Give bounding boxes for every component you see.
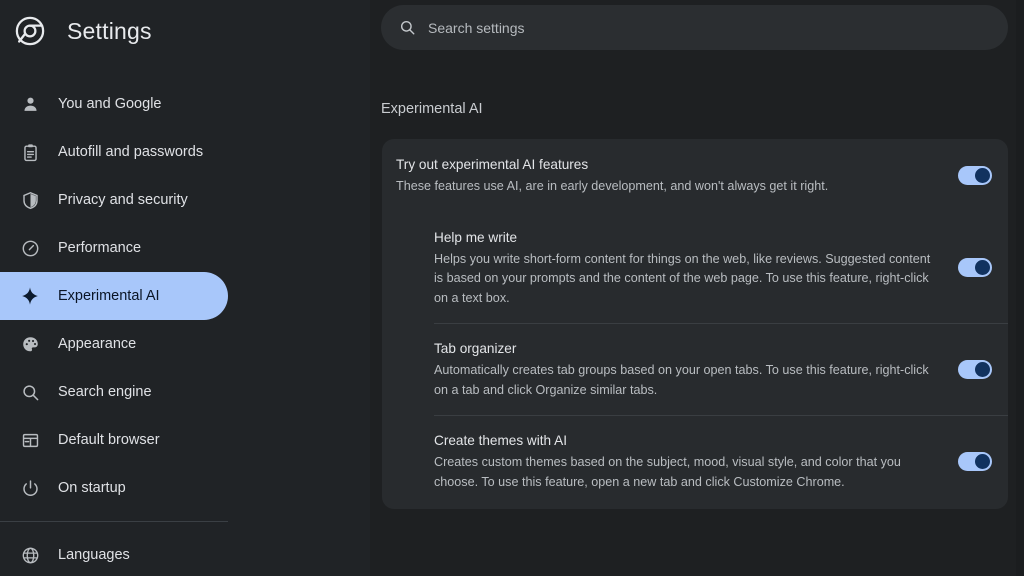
- sidebar-item-label: Search engine: [58, 384, 152, 400]
- sparkle-icon: [14, 286, 46, 306]
- shield-icon: [14, 191, 46, 210]
- section-title: Experimental AI: [381, 101, 483, 117]
- power-icon: [14, 479, 46, 498]
- main-content: Experimental AI Try out experimental AI …: [370, 0, 1024, 576]
- setting-row-try-out-experimental-ai: Try out experimental AI features These f…: [382, 139, 1008, 213]
- magnifier-icon: [14, 383, 46, 402]
- setting-row-help-me-write: Help me write Helps you write short-form…: [382, 213, 1008, 324]
- setting-text: Create themes with AI Creates custom the…: [434, 431, 958, 492]
- search-bar[interactable]: [381, 5, 1008, 50]
- toggle-knob: [975, 454, 990, 469]
- toggle-help-me-write[interactable]: [958, 258, 992, 278]
- setting-title: Help me write: [434, 229, 518, 245]
- search-input[interactable]: [428, 12, 968, 43]
- setting-text: Tab organizer Automatically creates tab …: [434, 339, 958, 400]
- sidebar-item-label: You and Google: [58, 96, 162, 112]
- setting-title: Create themes with AI: [434, 433, 567, 448]
- setting-description: These features use AI, are in early deve…: [396, 179, 829, 193]
- toggle-try-out-experimental-ai[interactable]: [958, 166, 992, 186]
- setting-description: Helps you write short-form content for t…: [434, 251, 931, 305]
- sidebar: Settings You and Google Autofill and pas…: [0, 0, 370, 576]
- sidebar-item-autofill-and-passwords[interactable]: Autofill and passwords: [0, 128, 228, 176]
- toggle-knob: [975, 260, 990, 276]
- speedometer-icon: [14, 239, 46, 258]
- sidebar-item-label: Autofill and passwords: [58, 144, 204, 160]
- setting-title: Tab organizer: [434, 341, 517, 356]
- sidebar-item-label: Privacy and security: [58, 192, 188, 208]
- sidebar-item-on-startup[interactable]: On startup: [0, 464, 228, 512]
- sidebar-item-label: On startup: [58, 480, 126, 496]
- sidebar-item-label: Appearance: [58, 336, 137, 352]
- sidebar-item-label: Performance: [58, 240, 142, 256]
- sidebar-item-experimental-ai[interactable]: Experimental AI: [0, 272, 228, 320]
- experimental-ai-card: Try out experimental AI features These f…: [382, 139, 1008, 509]
- palette-icon: [14, 335, 46, 354]
- sidebar-divider: [0, 521, 228, 522]
- globe-icon: [14, 546, 46, 565]
- setting-description: Automatically creates tab groups based o…: [434, 363, 929, 397]
- setting-row-tab-organizer: Tab organizer Automatically creates tab …: [382, 324, 1008, 415]
- search-icon: [398, 19, 416, 37]
- scrollbar[interactable]: [1016, 0, 1024, 576]
- sidebar-item-label: Default browser: [58, 432, 160, 448]
- settings-window: Settings You and Google Autofill and pas…: [0, 0, 1024, 576]
- sidebar-item-appearance[interactable]: Appearance: [0, 320, 228, 368]
- toggle-knob: [975, 362, 990, 377]
- person-icon: [14, 95, 46, 114]
- sidebar-item-search-engine[interactable]: Search engine: [0, 368, 228, 416]
- brand-header: Settings: [0, 0, 370, 62]
- setting-text: Help me write Helps you write short-form…: [434, 228, 958, 309]
- sidebar-item-label: Experimental AI: [58, 288, 160, 304]
- browser-window-icon: [14, 431, 46, 450]
- toggle-create-themes-with-ai[interactable]: [958, 452, 992, 471]
- sidebar-nav: You and Google Autofill and passwords Pr…: [0, 80, 370, 576]
- sidebar-item-performance[interactable]: Performance: [0, 224, 228, 272]
- clipboard-icon: [14, 143, 46, 162]
- sidebar-item-label: Languages: [58, 547, 130, 563]
- setting-text: Try out experimental AI features These f…: [396, 155, 958, 197]
- setting-title: Try out experimental AI features: [396, 157, 589, 172]
- setting-row-create-themes-with-ai: Create themes with AI Creates custom the…: [382, 416, 1008, 507]
- setting-description: Creates custom themes based on the subje…: [434, 455, 901, 489]
- chrome-logo-icon: [13, 14, 47, 48]
- sidebar-item-you-and-google[interactable]: You and Google: [0, 80, 228, 128]
- toggle-tab-organizer[interactable]: [958, 360, 992, 379]
- toggle-knob: [975, 168, 990, 184]
- sidebar-item-languages[interactable]: Languages: [0, 531, 228, 576]
- sidebar-item-privacy-and-security[interactable]: Privacy and security: [0, 176, 228, 224]
- sidebar-item-default-browser[interactable]: Default browser: [0, 416, 228, 464]
- page-title: Settings: [67, 17, 152, 44]
